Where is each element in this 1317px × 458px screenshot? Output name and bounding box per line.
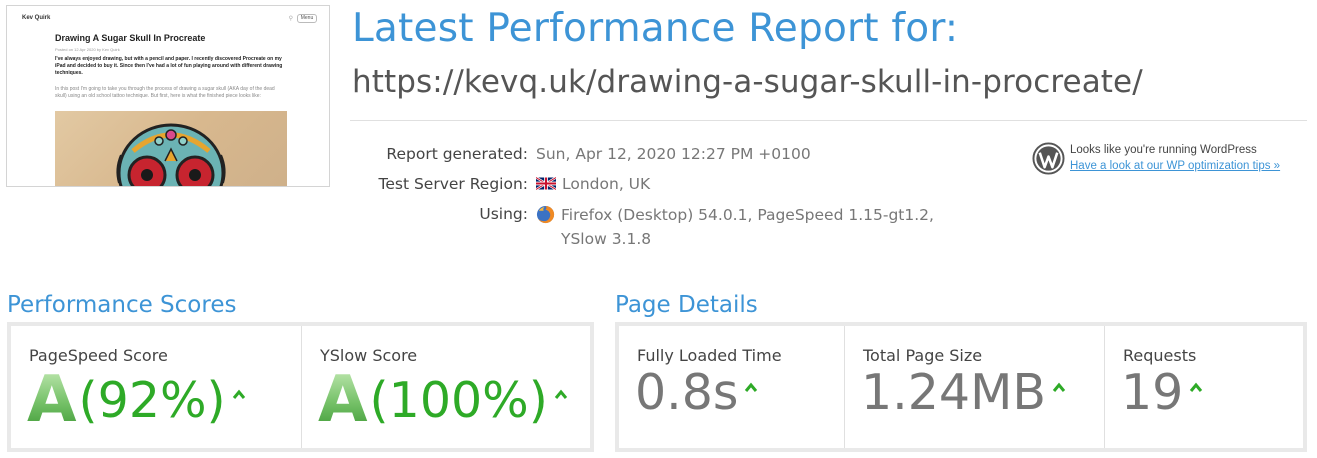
requests-cell: Requests 19: [1104, 326, 1303, 448]
page-title: Latest Performance Report for:: [352, 6, 959, 51]
uk-flag-icon: [536, 177, 556, 190]
region-row: Test Server Region:: [350, 175, 529, 195]
trend-up-icon: [1190, 382, 1203, 392]
pagespeed-percent: (92%): [78, 371, 226, 429]
performance-scores-title: Performance Scores: [7, 292, 237, 318]
requests-label: Requests: [1123, 346, 1197, 365]
page-details-title: Page Details: [615, 292, 758, 318]
report-generated-label: Report generated:: [386, 145, 528, 163]
thumbnail-site-name: Kev Quirk: [22, 15, 51, 21]
pagespeed-score-cell: PageSpeed Score A(92%): [11, 326, 301, 448]
total-page-size-value: 1.24MB: [861, 368, 1066, 417]
thumbnail-menu-button: Menu: [297, 14, 317, 23]
thumbnail-paragraph-2: In this post I'm going to take you throu…: [55, 86, 275, 99]
wordpress-tips-link[interactable]: Have a look at our WP optimization tips …: [1070, 158, 1280, 174]
fully-loaded-time-label: Fully Loaded Time: [637, 346, 782, 365]
trend-up-icon: [232, 389, 245, 399]
total-page-size-cell: Total Page Size 1.24MB: [844, 326, 1104, 448]
pagespeed-score-value: A(92%): [27, 368, 246, 432]
yslow-score-cell: YSlow Score A(100%): [301, 326, 590, 448]
thumbnail-post-meta: Posted on 12 Apr 2020 by Kev Quirk: [55, 47, 120, 52]
thumbnail-post-title: Drawing A Sugar Skull In Procreate: [55, 33, 206, 43]
trend-up-icon: [745, 382, 758, 392]
thumbnail-paragraph-1: I've always enjoyed drawing, but with a …: [55, 56, 283, 76]
fully-loaded-time-cell: Fully Loaded Time 0.8s: [619, 326, 844, 448]
report-generated-row: Report generated:: [350, 145, 528, 165]
wordpress-icon: [1032, 142, 1065, 175]
using-label: Using:: [479, 205, 528, 223]
report-url[interactable]: https://kevq.uk/drawing-a-sugar-skull-in…: [352, 64, 1143, 100]
header-divider: [350, 120, 1307, 121]
report-generated-value: Sun, Apr 12, 2020 12:27 PM +0100: [536, 145, 811, 163]
yslow-percent: (100%): [369, 371, 548, 429]
using-value: Firefox (Desktop) 54.0.1, PageSpeed 1.15…: [536, 205, 934, 224]
firefox-icon: [536, 205, 555, 224]
wordpress-notice: Looks like you're running WordPress Have…: [1070, 142, 1280, 174]
fully-loaded-time-value: 0.8s: [635, 368, 758, 417]
trend-up-icon: [554, 389, 568, 399]
performance-scores-panel: PageSpeed Score A(92%) YSlow Score A(100…: [7, 322, 594, 452]
pagespeed-grade: A: [27, 363, 77, 437]
trend-up-icon: [1052, 382, 1066, 392]
yslow-grade: A: [318, 363, 368, 437]
total-page-size-label: Total Page Size: [863, 346, 983, 365]
page-thumbnail: Kev Quirk ⚲ Menu Drawing A Sugar Skull I…: [6, 5, 330, 187]
requests-value: 19: [1121, 368, 1203, 417]
sugar-skull-image: [55, 111, 287, 186]
thumbnail-nav-icon: ⚲: [288, 16, 293, 22]
wordpress-message: Looks like you're running WordPress: [1070, 144, 1257, 156]
using-row: Using:: [350, 205, 528, 225]
using-value-line2: YSlow 3.1.8: [561, 230, 652, 248]
region-value: London, UK: [536, 175, 650, 193]
region-label: Test Server Region:: [378, 175, 529, 193]
yslow-score-value: A(100%): [318, 368, 568, 432]
page-details-panel: Fully Loaded Time 0.8s Total Page Size 1…: [615, 322, 1307, 452]
